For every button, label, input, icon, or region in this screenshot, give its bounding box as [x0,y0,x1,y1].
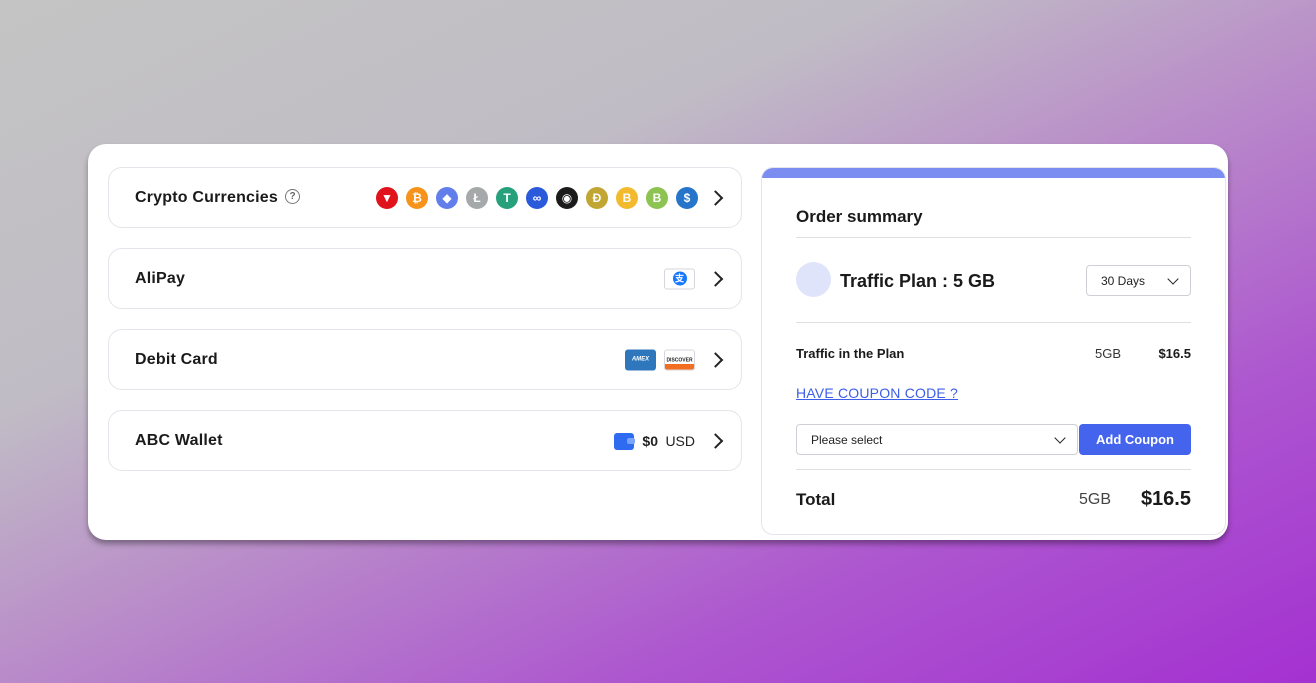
plan-value: 5 GB [953,271,996,291]
method-label-wallet: ABC Wallet [135,431,223,449]
total-amount: 5GB [1078,491,1111,508]
bitcoin-cash-icon: B [646,187,668,209]
payment-method-alipay[interactable]: AliPay 支 [108,248,742,309]
order-summary-panel: Order summary Traffic Plan : 5 GB 30 Day… [761,167,1226,535]
tether-icon: T [496,187,518,209]
chevron-right-icon [707,432,724,449]
summary-title: Order summary [796,207,923,226]
total-price: $16.5 [1140,488,1191,510]
wallet-balance: $0 [642,432,658,449]
payment-method-wallet[interactable]: ABC Wallet $0 USD [108,410,742,471]
ethereum-icon: ◆ [436,187,458,209]
wallet-currency: USD [665,432,695,449]
shiba-icon: ◉ [556,187,578,209]
method-label-crypto: Crypto Currencies [135,188,278,206]
help-icon[interactable]: ? [285,189,300,204]
payment-method-crypto[interactable]: Crypto Currencies ? ▼ ₿ ◆ Ł T ∞ ◉ Ð B B $ [108,167,742,228]
plan-label: Traffic Plan : [840,271,949,291]
plan-avatar [796,262,831,297]
polygon-icon: ∞ [526,187,548,209]
traffic-row-label: Traffic in the Plan [796,346,905,361]
crypto-coin-list: ▼ ₿ ◆ Ł T ∞ ◉ Ð B B $ [376,187,698,209]
usdc-icon: $ [676,187,698,209]
traffic-row-price: $16.5 [1158,346,1191,361]
amex-logo-icon: AMEX [625,349,656,370]
alipay-logo-icon: 支 [664,268,695,289]
bitcoin-icon: ₿ [406,187,428,209]
tron-icon: ▼ [376,187,398,209]
coupon-select-placeholder: Please select [811,433,883,447]
add-coupon-button[interactable]: Add Coupon [1079,424,1191,455]
duration-select[interactable]: 30 Days [1086,265,1191,296]
discover-logo-icon: DISCOVER [664,349,695,370]
method-label-alipay: AliPay [135,269,186,287]
bnb-icon: B [616,187,638,209]
duration-value: 30 Days [1101,274,1146,288]
wallet-icon [614,433,635,450]
divider [796,469,1191,470]
coupon-code-link[interactable]: HAVE COUPON CODE ? [796,385,958,401]
total-label: Total [796,490,836,509]
chevron-down-icon [1167,273,1179,285]
chevron-right-icon [707,351,724,368]
traffic-row-amount: 5GB [1094,346,1121,361]
payment-method-debit-card[interactable]: Debit Card AMEX DISCOVER [108,329,742,390]
chevron-right-icon [707,270,724,287]
summary-accent-bar [762,168,1225,178]
litecoin-icon: Ł [466,187,488,209]
chevron-right-icon [707,189,724,206]
chevron-down-icon [1054,432,1066,444]
divider [796,237,1191,238]
method-label-debit-card: Debit Card [135,350,218,368]
dogecoin-icon: Ð [586,187,608,209]
coupon-select[interactable]: Please select [796,424,1078,455]
divider [796,322,1191,323]
checkout-card: Crypto Currencies ? ▼ ₿ ◆ Ł T ∞ ◉ Ð B B $ AliPay 支… [88,144,1228,540]
